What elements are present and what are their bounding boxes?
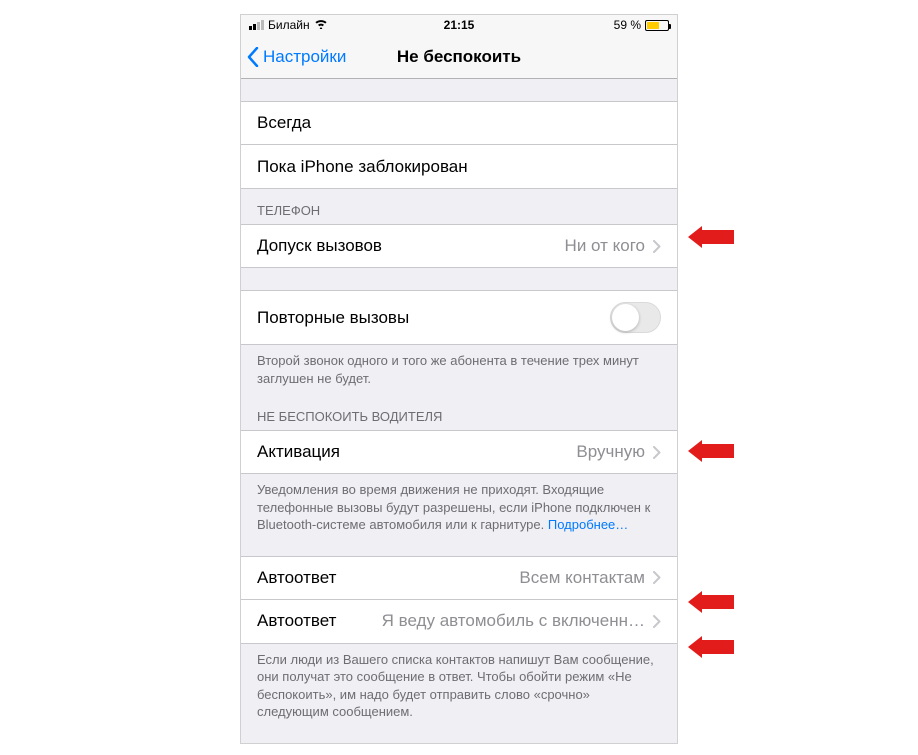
cell-label: Допуск вызовов (257, 236, 382, 256)
annotation-arrow (688, 440, 734, 462)
driving-footer: Уведомления во время движения не приходя… (241, 474, 677, 542)
silence-option-always[interactable]: Всегда (241, 101, 677, 145)
status-bar: Билайн 21:15 59 % (241, 15, 677, 35)
status-time: 21:15 (241, 18, 677, 32)
battery-fill (647, 22, 659, 29)
repeated-calls-row[interactable]: Повторные вызовы (241, 290, 677, 345)
chevron-right-icon (653, 615, 661, 628)
autoreply-message-row[interactable]: Автоответ Я веду автомобиль с включенн… (241, 600, 677, 644)
nav-bar: Настройки Не беспокоить (241, 35, 677, 79)
cell-value: Ни от кого (394, 236, 645, 256)
repeated-calls-footer: Второй звонок одного и того же абонента … (241, 345, 677, 395)
chevron-right-icon (653, 240, 661, 253)
annotation-arrow (688, 226, 734, 248)
chevron-right-icon (653, 446, 661, 459)
cell-label: Пока iPhone заблокирован (257, 157, 468, 177)
repeated-calls-toggle[interactable] (610, 302, 661, 333)
allow-calls-row[interactable]: Допуск вызовов Ни от кого (241, 224, 677, 268)
silence-option-locked[interactable]: Пока iPhone заблокирован (241, 145, 677, 189)
chevron-right-icon (653, 571, 661, 584)
phone-screen: Билайн 21:15 59 % Настройки Не беспокоит… (240, 14, 678, 744)
driving-activation-row[interactable]: Активация Вручную (241, 430, 677, 474)
cell-value: Вручную (352, 442, 645, 462)
battery-icon (645, 20, 669, 31)
cell-label: Активация (257, 442, 340, 462)
battery-percent: 59 % (614, 18, 641, 32)
section-header-driving: НЕ БЕСПОКОИТЬ ВОДИТЕЛЯ (241, 395, 677, 430)
status-right: 59 % (614, 18, 669, 32)
toggle-knob (612, 304, 639, 331)
cell-label: Автоответ (257, 568, 336, 588)
cell-value: Всем контактам (348, 568, 645, 588)
autoreply-footer: Если люди из Вашего списка контактов нап… (241, 644, 677, 729)
cell-label: Всегда (257, 113, 311, 133)
learn-more-link[interactable]: Подробнее… (548, 517, 628, 532)
cell-label: Автоответ (257, 611, 336, 631)
annotation-arrow (688, 591, 734, 613)
cell-value: Я веду автомобиль с включенн… (348, 611, 645, 631)
autoreply-to-row[interactable]: Автоответ Всем контактам (241, 556, 677, 600)
section-header-phone: ТЕЛЕФОН (241, 189, 677, 224)
back-label: Настройки (263, 47, 346, 67)
chevron-left-icon (247, 47, 259, 67)
back-button[interactable]: Настройки (241, 47, 346, 67)
annotation-arrow (688, 636, 734, 658)
cell-label: Повторные вызовы (257, 308, 409, 328)
